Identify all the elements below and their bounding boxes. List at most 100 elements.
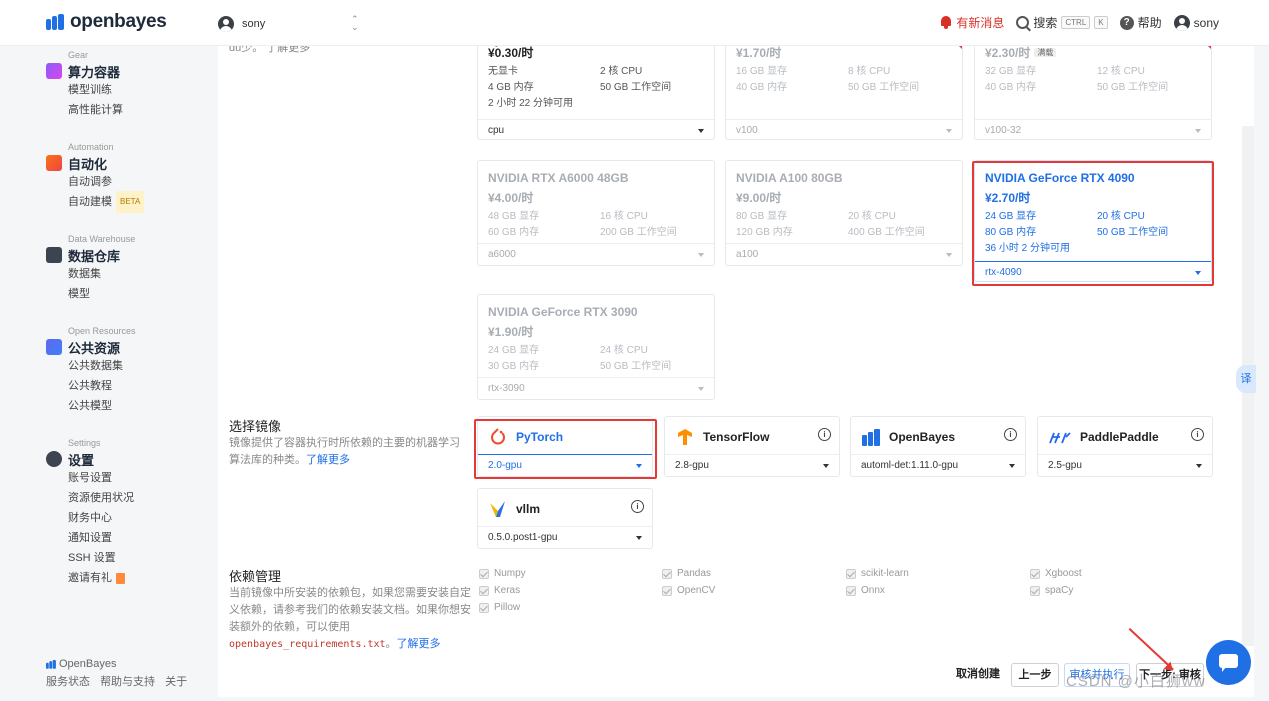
sidebar-item-invite[interactable]: 邀请有礼 <box>68 568 134 588</box>
sidebar-footer: OpenBayes 服务状态 帮助与支持 关于 <box>46 658 194 689</box>
dep-opencv: OpenCV <box>662 585 715 596</box>
image-card-pytorch[interactable]: PyTorch 2.0-gpu <box>477 416 653 477</box>
sidebar-item-public-models[interactable]: 公共模型 <box>68 396 136 416</box>
sidebar-item-public-tutorials[interactable]: 公共教程 <box>68 376 136 396</box>
gpu-spec: 2 核 CPU <box>600 66 643 77</box>
image-version-select-tensorflow[interactable]: 2.8-gpu <box>665 454 839 476</box>
gpu-select-a100[interactable]: a100 <box>726 243 962 265</box>
sidebar-item-usage[interactable]: 资源使用状况 <box>68 488 134 508</box>
nav-head-label: 算力容器 <box>68 64 121 80</box>
help-link[interactable]: ? 帮助 <box>1119 14 1162 31</box>
checkbox <box>479 602 489 613</box>
nav-head-automation[interactable]: 自动化 <box>46 154 144 172</box>
gpu-spec: 50 GB 工作空间 <box>1097 82 1169 93</box>
image-learn-more-link[interactable]: 了解更多 <box>306 454 350 466</box>
nav-group-public: Open Resources 公共资源 公共数据集 公共教程 公共模型 <box>46 326 136 416</box>
sidebar-item-training[interactable]: 模型训练 <box>68 80 123 100</box>
info-icon[interactable]: i <box>1004 428 1017 441</box>
nav-group-gear: Gear 算力容器 模型训练 高性能计算 <box>46 50 123 120</box>
gpu-card-price: ¥4.00/时 <box>488 191 534 205</box>
automation-icon <box>46 155 62 171</box>
footer-link-support[interactable]: 帮助与支持 <box>100 676 155 688</box>
dep-label: OpenCV <box>677 585 716 596</box>
image-version-value: 2.5-gpu <box>1048 460 1082 471</box>
database-icon <box>46 247 62 263</box>
gpu-card-price: ¥2.30/时 <box>985 46 1031 60</box>
image-card-tensorflow[interactable]: TensorFlow i 2.8-gpu <box>664 416 840 477</box>
workspace-user-select[interactable]: sony ⌃ ⌄ <box>218 14 359 34</box>
gpu-spec: 200 GB 工作空间 <box>600 227 677 238</box>
deps-learn-more-link[interactable]: 了解更多 <box>397 638 441 650</box>
image-version-select-openbayes[interactable]: automl-det:1.11.0-gpu <box>851 454 1025 476</box>
gpu-card-a100[interactable]: NVIDIA A100 80GB ¥9.00/时 80 GB 显存 20 核 C… <box>725 160 963 266</box>
footer-link-status[interactable]: 服务状态 <box>46 676 90 688</box>
nav-eyebrow: Gear <box>68 50 89 60</box>
sidebar-item-public-datasets[interactable]: 公共数据集 <box>68 356 136 376</box>
image-card-openbayes[interactable]: OpenBayes i automl-det:1.11.0-gpu <box>850 416 1026 477</box>
cancel-create-button[interactable]: 取消创建 <box>951 663 1005 687</box>
image-card-paddlepaddle[interactable]: PaddlePaddle i 2.5-gpu <box>1037 416 1213 477</box>
image-version-select-paddlepaddle[interactable]: 2.5-gpu <box>1038 454 1212 476</box>
top-right-actions: 有新消息 搜索 CTRL K ? 帮助 sony <box>940 14 1219 31</box>
watermark: CSDN @小白狮ww <box>1066 673 1206 690</box>
nav-eyebrow: Settings <box>68 438 101 448</box>
gpu-select-v100[interactable]: v100 <box>726 119 962 139</box>
sidebar-item-models[interactable]: 模型 <box>68 284 135 304</box>
image-version-select-vllm[interactable]: 0.5.0.post1-gpu <box>478 526 652 548</box>
corner-flag <box>1197 46 1211 49</box>
gpu-card-rtx-4090[interactable]: NVIDIA GeForce RTX 4090 ¥2.70/时 24 GB 显存… <box>974 160 1212 282</box>
info-icon[interactable]: i <box>818 428 831 441</box>
gpu-select-v100-32[interactable]: v100-32 <box>975 119 1211 139</box>
info-icon[interactable]: i <box>1191 428 1204 441</box>
chevron-down-icon <box>636 536 642 540</box>
search-button[interactable]: 搜索 CTRL K <box>1016 14 1108 31</box>
sidebar-item-datasets[interactable]: 数据集 <box>68 264 135 284</box>
gpu-spec: 12 核 CPU <box>1097 66 1145 77</box>
translate-tab[interactable]: 译 <box>1236 365 1256 393</box>
account-menu[interactable]: sony <box>1173 14 1219 31</box>
full-badge: 满载 <box>1034 48 1057 57</box>
gpu-card-a6000[interactable]: NVIDIA RTX A6000 48GB ¥4.00/时 48 GB 显存 1… <box>477 160 715 266</box>
sidebar-item-notifications[interactable]: 通知设置 <box>68 528 134 548</box>
logo[interactable]: openbayes <box>46 11 167 33</box>
dep-pillow: Pillow <box>479 602 520 613</box>
image-card-vllm[interactable]: vllm i 0.5.0.post1-gpu <box>477 488 653 549</box>
notifications-link[interactable]: 有新消息 <box>940 14 1004 31</box>
gpu-select-rtx-4090[interactable]: rtx-4090 <box>975 261 1211 281</box>
gpu-spec: 80 GB 显存 <box>736 211 788 222</box>
chat-support-icon[interactable] <box>1206 640 1251 685</box>
gpu-select-value: rtx-4090 <box>985 267 1022 278</box>
info-icon[interactable]: i <box>631 500 644 513</box>
sidebar-item-automl[interactable]: 自动建模 BETA <box>68 191 145 213</box>
gear-icon <box>46 451 62 467</box>
nav-head-settings[interactable]: 设置 <box>46 450 134 468</box>
sidebar-item-hpc[interactable]: 高性能计算 <box>68 100 123 120</box>
gpu-card-cpu[interactable]: cpu ¥0.30/时 无显卡 2 核 CPU 4 GB 内存 50 GB 工作… <box>477 46 715 140</box>
gpu-card-v100-32[interactable]: ¥2.30/时 满载 32 GB 显存 12 核 CPU 40 GB 内存 50 … <box>974 46 1212 140</box>
chevron-down-icon <box>698 129 704 133</box>
gpu-spec: 4 GB 内存 <box>488 82 534 93</box>
gpu-card-price: ¥0.30/时 <box>488 46 534 60</box>
image-version-select-pytorch[interactable]: 2.0-gpu <box>478 454 652 476</box>
deps-section-desc: 当前镜像中所安装的依赖包，如果您需要安装自定义依赖，请参考我们的依赖安装文档。如… <box>229 587 471 650</box>
gpu-select-a6000[interactable]: a6000 <box>478 243 714 265</box>
gpu-card-v100[interactable]: ¥1.70/时 16 GB 显存 8 核 CPU 40 GB 内存 50 GB … <box>725 46 963 140</box>
nav-head-public[interactable]: 公共资源 <box>46 338 136 356</box>
nav-head-compute[interactable]: 算力容器 <box>46 62 123 80</box>
updown-chevron-icon: ⌃ ⌄ <box>351 14 359 32</box>
gpu-card-rtx-3090[interactable]: NVIDIA GeForce RTX 3090 ¥1.90/时 24 GB 显存… <box>477 294 715 400</box>
prev-step-button[interactable]: 上一步 <box>1011 663 1059 687</box>
sidebar-item-autotune[interactable]: 自动调参 <box>68 172 144 192</box>
image-card-head: PaddlePaddle <box>1048 427 1159 447</box>
footer-link-about[interactable]: 关于 <box>165 676 187 688</box>
nav-head-data[interactable]: 数据仓库 <box>46 246 135 264</box>
account-name: sony <box>1193 15 1219 30</box>
sidebar-item-finance[interactable]: 财务中心 <box>68 508 134 528</box>
sidebar-item-ssh[interactable]: SSH 设置 <box>68 548 134 568</box>
gpu-spec: 40 GB 内存 <box>736 82 788 93</box>
gpu-spec: 120 GB 内存 <box>736 227 793 238</box>
gpu-select-rtx-3090[interactable]: rtx-3090 <box>478 377 714 399</box>
sidebar-item-account[interactable]: 账号设置 <box>68 468 134 488</box>
chevron-down-icon <box>1195 129 1201 133</box>
gpu-select-cpu[interactable]: cpu <box>478 119 714 139</box>
